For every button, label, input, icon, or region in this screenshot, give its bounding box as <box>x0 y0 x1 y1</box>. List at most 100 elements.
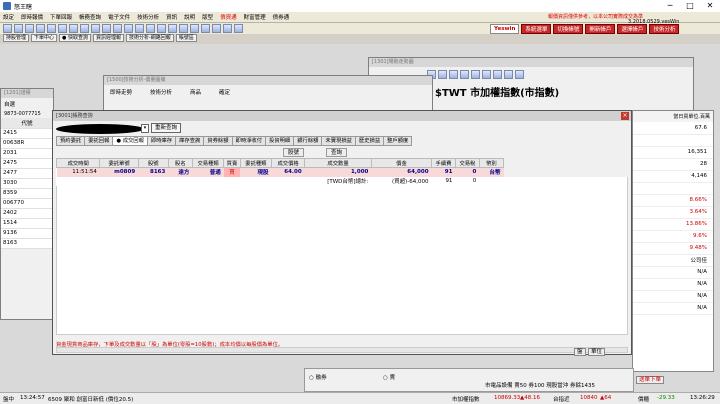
toolbar-icon[interactable] <box>146 24 155 33</box>
tech-field[interactable]: 即時走勢 <box>110 88 132 96</box>
column-header[interactable]: 成交時間 <box>55 158 101 168</box>
toolbar-icon[interactable] <box>124 24 133 33</box>
technical-analysis-button[interactable]: 技術分析 <box>649 24 680 34</box>
toolbar-icon[interactable] <box>157 24 166 33</box>
menu-item[interactable]: 說明 <box>184 13 195 21</box>
watchlist-row[interactable]: 8163 <box>1 238 53 249</box>
table-row[interactable]: 11:51:54 m0809 8163 達方 普通 買 現股 64.00 1,0… <box>56 167 504 177</box>
tab-bank-balance[interactable]: 銀行餘額 <box>293 136 323 146</box>
toolbar-icon[interactable] <box>515 70 524 79</box>
toolbar-icon[interactable] <box>36 24 45 33</box>
toolbar-icon[interactable] <box>212 24 221 33</box>
tab-reserved-orders[interactable]: 預約委託 <box>56 136 86 146</box>
watchlist-row[interactable]: 2402 <box>1 208 53 219</box>
toolbar-icon[interactable] <box>135 24 144 33</box>
menu-item[interactable]: 債券通 <box>273 13 290 21</box>
column-header[interactable]: 交易稅 <box>454 158 480 168</box>
quick-button[interactable]: 帳號區 <box>175 34 197 42</box>
toolbar-icon[interactable] <box>179 24 188 33</box>
column-header[interactable]: 成交數量 <box>304 158 372 168</box>
column-header[interactable]: 買賣 <box>223 158 241 168</box>
minimize-button[interactable]: ─ <box>660 0 680 12</box>
toolbar-icon[interactable] <box>47 24 56 33</box>
column-header[interactable]: 委託種類 <box>239 158 273 168</box>
toolbar-icon[interactable] <box>438 70 447 79</box>
watchlist-row[interactable]: 1514 <box>1 218 53 229</box>
menu-item[interactable]: 財富管理 <box>244 13 266 21</box>
watchlist-row[interactable]: 2477 <box>1 168 53 179</box>
tab-order-reports[interactable]: 委託回報 <box>84 136 114 146</box>
watchlist-row[interactable]: 3030 <box>1 178 53 189</box>
menu-item[interactable]: 電子文件 <box>108 13 130 21</box>
menu-item[interactable]: 版型 <box>202 13 213 21</box>
column-header[interactable]: 成交價格 <box>271 158 306 168</box>
toolbar-icon[interactable] <box>482 70 491 79</box>
select-account-button[interactable]: 選擇帳戶 <box>617 24 648 34</box>
send-order-button[interactable]: 送單下單 <box>636 376 664 384</box>
watchlist-tab[interactable]: 自選 <box>1 98 53 110</box>
watchlist-row[interactable]: 8359 <box>1 188 53 199</box>
toolbar-icon[interactable] <box>69 24 78 33</box>
toolbar-icon[interactable] <box>493 70 502 79</box>
toolbar-icon[interactable] <box>14 24 23 33</box>
menu-item[interactable]: 下單回報 <box>50 13 72 21</box>
toolbar-icon[interactable] <box>471 70 480 79</box>
column-header[interactable]: 股名 <box>167 158 193 168</box>
watchlist-row[interactable]: 9136 <box>1 228 53 239</box>
short-radio[interactable]: ○ 融券 <box>309 373 327 381</box>
tech-field[interactable]: 確定 <box>219 88 230 96</box>
quick-button[interactable]: 資訊經理報 <box>92 34 124 42</box>
toolbar-icon[interactable] <box>223 24 232 33</box>
quick-button[interactable]: 技術分析-網路回報 <box>126 34 174 42</box>
account-selector-redacted[interactable] <box>56 124 144 134</box>
toolbar-icon[interactable] <box>80 24 89 33</box>
toolbar-icon[interactable] <box>190 24 199 33</box>
horizontal-scrollbar[interactable] <box>56 347 628 353</box>
unit-button[interactable]: 單位 <box>588 348 606 356</box>
tab-margin-balance[interactable]: 資券餘額 <box>203 136 233 146</box>
tech-field[interactable]: 技術分析 <box>150 88 172 96</box>
toolbar-icon[interactable] <box>58 24 67 33</box>
refresh-query-button[interactable]: 重新查詢 <box>151 123 182 133</box>
menu-item[interactable]: 即時報價 <box>21 13 43 21</box>
menu-item[interactable]: 技術分析 <box>137 13 159 21</box>
close-window-button[interactable]: ✕ <box>700 0 720 12</box>
toolbar-icon[interactable] <box>460 70 469 79</box>
account-query-window[interactable]: [3001]帳務查詢 × ▾ 重新查詢 預約委託 委託回報 ● 成交回報 即時庫… <box>52 110 632 355</box>
maximize-button[interactable]: □ <box>680 0 700 12</box>
watchlist-row[interactable]: 006770 <box>1 198 53 209</box>
chevron-down-icon[interactable]: ▾ <box>141 124 149 133</box>
tech-analysis-window[interactable]: [1500]技術分析-價量圖撮 即時走勢 技術分析 商品 確定 <box>103 75 433 115</box>
sell-radio[interactable]: ○ 賣 <box>383 373 395 381</box>
watchlist-row[interactable]: 2415 <box>1 128 53 139</box>
system-menu-button[interactable]: 系統選單 <box>521 24 552 34</box>
watchlist-row[interactable]: 2475 <box>1 158 53 169</box>
column-header[interactable]: 幣別 <box>478 158 505 168</box>
tab-fill-reports[interactable]: ● 成交回報 <box>112 136 148 146</box>
toolbar-icon[interactable] <box>25 24 34 33</box>
tab-inventory-query[interactable]: 庫存查詢 <box>175 136 205 146</box>
menu-item[interactable]: 設定 <box>3 13 14 21</box>
switch-account-button[interactable]: 切換帳號 <box>553 24 584 34</box>
tab-realtime-inventory[interactable]: 即時庫存 <box>146 136 177 146</box>
toolbar-icon[interactable] <box>3 24 12 33</box>
toolbar-icon[interactable] <box>504 70 513 79</box>
close-icon[interactable]: × <box>621 112 629 120</box>
tab-history-pnl[interactable]: 歷史損益 <box>354 136 385 146</box>
open-account-button[interactable]: 開新帳戶 <box>585 24 616 34</box>
toolbar-icon[interactable] <box>113 24 122 33</box>
tech-field[interactable]: 商品 <box>190 88 201 96</box>
menu-item[interactable]: 資訊 <box>166 13 177 21</box>
toolbar-icon[interactable] <box>102 24 111 33</box>
tab-investment-details[interactable]: 投資明細 <box>265 136 295 146</box>
toolbar-icon[interactable] <box>168 24 177 33</box>
session-button[interactable]: 盤 <box>574 348 586 356</box>
toolbar-icon[interactable] <box>91 24 100 33</box>
tab-unrealized-pnl[interactable]: 未實現損益 <box>321 136 356 146</box>
quick-button[interactable]: ● 快取查詢 <box>59 34 91 42</box>
tab-account-limit[interactable]: 整戶額度 <box>383 136 413 146</box>
menu-item[interactable]: 帳務查詢 <box>79 13 101 21</box>
tab-net-settlement[interactable]: 即時淨收付 <box>231 136 267 146</box>
toolbar-icon[interactable] <box>201 24 210 33</box>
watchlist-row[interactable]: 00638R <box>1 138 53 149</box>
